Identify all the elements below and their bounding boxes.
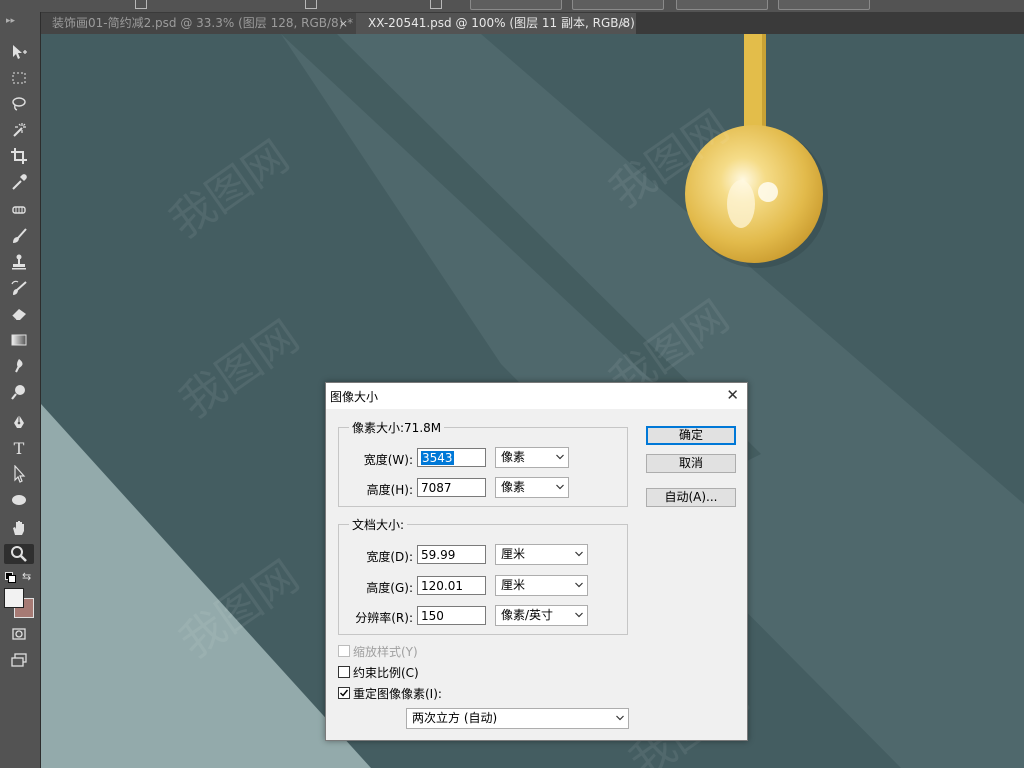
- dodge-tool-icon[interactable]: [4, 382, 34, 402]
- screen-mode-icon[interactable]: [4, 650, 34, 670]
- tools-panel: ▸▸ T ⇆: [0, 12, 41, 768]
- default-colors-icon[interactable]: [5, 572, 16, 583]
- pixel-height-unit-select[interactable]: 像素: [495, 477, 569, 498]
- doc-height-input[interactable]: 120.01: [417, 576, 486, 595]
- options-bar: [0, 0, 1024, 12]
- resample-method-select[interactable]: 两次立方 (自动): [406, 708, 629, 729]
- option-button-4[interactable]: [778, 0, 870, 10]
- ok-button[interactable]: 确定: [646, 426, 736, 445]
- cancel-button[interactable]: 取消: [646, 454, 736, 473]
- pixel-height-unit: 像素: [501, 480, 526, 494]
- brush-tool-icon[interactable]: [4, 226, 34, 246]
- type-tool-icon[interactable]: T: [4, 438, 34, 458]
- checkmark-icon: [340, 689, 349, 697]
- ok-button-label: 确定: [678, 428, 703, 442]
- resample-method-value: 两次立方 (自动): [412, 711, 498, 725]
- marquee-tool-icon[interactable]: [4, 68, 34, 88]
- chevron-down-icon: [575, 612, 583, 618]
- pen-tool-icon[interactable]: [4, 412, 34, 432]
- doc-width-label: 宽度(D):: [366, 550, 413, 564]
- cancel-button-label: 取消: [678, 456, 703, 470]
- doc-width-unit-select[interactable]: 厘米: [495, 544, 588, 565]
- pixel-height-input[interactable]: 7087: [417, 478, 486, 497]
- resolution-unit-select[interactable]: 像素/英寸: [495, 605, 588, 626]
- tab-document-1[interactable]: 装饰画01-简约减2.psd @ 33.3% (图层 128, RGB/8) *…: [40, 13, 356, 34]
- pixel-width-unit: 像素: [501, 450, 526, 464]
- pixel-width-label: 宽度(W):: [363, 453, 413, 467]
- chevron-down-icon: [616, 715, 624, 721]
- doc-height-value: 120.01: [421, 579, 463, 593]
- doc-height-unit-select[interactable]: 厘米: [495, 575, 588, 596]
- dialog-titlebar[interactable]: 图像大小 ✕: [326, 383, 747, 409]
- quick-mask-icon[interactable]: [4, 624, 34, 644]
- magic-wand-tool-icon[interactable]: [4, 120, 34, 140]
- option-button-1[interactable]: [470, 0, 562, 10]
- resolution-label: 分辨率(R):: [355, 611, 413, 625]
- panel-grip-icon[interactable]: ▸▸: [6, 16, 15, 26]
- pixel-width-value: 3543: [421, 451, 454, 465]
- eyedropper-tool-icon[interactable]: [4, 172, 34, 192]
- scale-styles-label: 缩放样式(Y): [353, 645, 418, 659]
- type-tool-glyph: T: [13, 438, 25, 458]
- pixel-width-unit-select[interactable]: 像素: [495, 447, 569, 468]
- close-icon[interactable]: ✕: [726, 386, 739, 404]
- ellipse-tool-icon[interactable]: [4, 490, 34, 510]
- path-selection-tool-icon[interactable]: [4, 464, 34, 484]
- pixel-dimensions-legend: 像素大小:71.8M: [352, 421, 442, 435]
- chevron-down-icon: [556, 454, 564, 460]
- constrain-proportions-label: 约束比例(C): [353, 666, 419, 680]
- lasso-tool-icon[interactable]: [4, 94, 34, 114]
- doc-height-label: 高度(G):: [366, 581, 413, 595]
- option-button-3[interactable]: [676, 0, 768, 10]
- resolution-unit: 像素/英寸: [501, 608, 554, 622]
- doc-height-unit: 厘米: [501, 578, 526, 592]
- history-brush-tool-icon[interactable]: [4, 278, 34, 298]
- document-size-legend: 文档大小:: [352, 518, 405, 532]
- foreground-color-swatch[interactable]: [4, 588, 24, 608]
- zoom-tool-icon[interactable]: [4, 544, 34, 564]
- pixel-height-label: 高度(H):: [366, 483, 413, 497]
- swap-colors-icon[interactable]: ⇆: [22, 570, 31, 583]
- resample-image-label: 重定图像像素(I):: [353, 687, 442, 701]
- chevron-down-icon: [575, 551, 583, 557]
- chevron-down-icon: [575, 582, 583, 588]
- scale-styles-checkbox[interactable]: [338, 645, 350, 657]
- auto-button[interactable]: 自动(A)...: [646, 488, 736, 507]
- move-tool-icon[interactable]: [4, 42, 34, 62]
- tab-document-1-label: 装饰画01-简约减2.psd @ 33.3% (图层 128, RGB/8) *: [52, 16, 354, 30]
- doc-width-unit: 厘米: [501, 547, 526, 561]
- image-size-dialog: 图像大小 ✕ 像素大小:71.8M 宽度(W): 3543 像素 高度(H): …: [325, 382, 748, 741]
- pixel-width-input[interactable]: 3543: [417, 448, 486, 467]
- eraser-tool-icon[interactable]: [4, 304, 34, 324]
- resolution-value: 150: [421, 609, 444, 623]
- chevron-down-icon: [556, 484, 564, 490]
- pixel-height-value: 7087: [421, 481, 452, 495]
- constrain-proportions-checkbox[interactable]: [338, 666, 350, 678]
- option-checkbox-2[interactable]: [305, 0, 317, 9]
- blur-tool-icon[interactable]: [4, 356, 34, 376]
- clone-stamp-tool-icon[interactable]: [4, 252, 34, 272]
- option-checkbox-1[interactable]: [135, 0, 147, 9]
- healing-brush-tool-icon[interactable]: [4, 200, 34, 220]
- tab-document-2[interactable]: XX-20541.psd @ 100% (图层 11 副本, RGB/8) ×: [356, 13, 636, 34]
- resolution-input[interactable]: 150: [417, 606, 486, 625]
- auto-button-label: 自动(A)...: [664, 490, 718, 504]
- tab-document-2-label: XX-20541.psd @ 100% (图层 11 副本, RGB/8): [368, 16, 635, 30]
- doc-width-value: 59.99: [421, 548, 456, 562]
- crop-tool-icon[interactable]: [4, 146, 34, 166]
- close-icon[interactable]: ×: [339, 13, 348, 34]
- gradient-tool-icon[interactable]: [4, 330, 34, 350]
- resample-image-checkbox[interactable]: [338, 687, 350, 699]
- hand-tool-icon[interactable]: [4, 518, 34, 538]
- dialog-title: 图像大小: [330, 390, 379, 404]
- doc-width-input[interactable]: 59.99: [417, 545, 486, 564]
- option-button-2[interactable]: [572, 0, 664, 10]
- close-icon[interactable]: ×: [619, 13, 628, 34]
- option-checkbox-3[interactable]: [430, 0, 442, 9]
- document-tab-bar: 装饰画01-简约减2.psd @ 33.3% (图层 128, RGB/8) *…: [0, 12, 1024, 34]
